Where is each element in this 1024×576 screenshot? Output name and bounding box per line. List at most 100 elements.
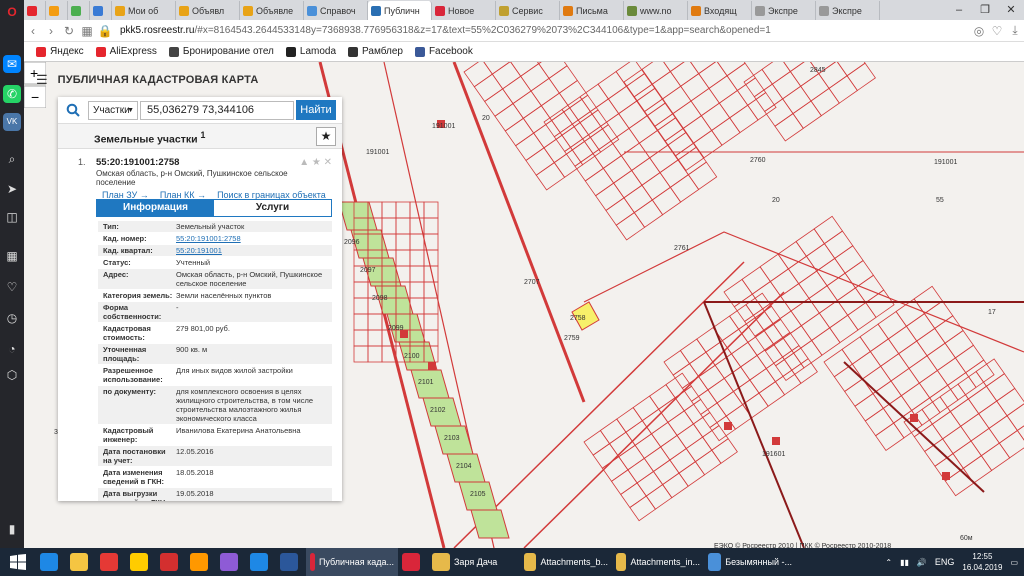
address-bar: ‹ › ↻ ▦ 🔒 pkk5.rosreestr.ru/#x=8164543.2… (24, 20, 1024, 42)
heart-icon[interactable]: ♡ (3, 278, 21, 296)
search-icon[interactable]: ⌕ (3, 150, 21, 168)
tray-up-icon[interactable]: ⌃ (885, 558, 892, 567)
parcel (597, 70, 627, 100)
browser-tab[interactable]: Объявле (240, 1, 304, 20)
bookmark-item[interactable]: Бронирование отел (168, 46, 274, 57)
browser-tab[interactable]: Сервис (496, 1, 560, 20)
bookmark-item[interactable]: Lamoda (285, 46, 336, 57)
tab-favicon-icon (179, 5, 189, 16)
extensions-icon[interactable]: ⬡ (3, 366, 21, 384)
browser-tab[interactable]: Мои об (112, 1, 176, 20)
browser-tab[interactable]: Новое (432, 1, 496, 20)
reload-icon[interactable]: ↻ (60, 24, 78, 38)
info-key: Категория земель: (103, 291, 173, 300)
vpn-icon[interactable]: ◎ (970, 24, 988, 38)
info-value: Иванилова Екатерина Анатольевна (176, 426, 301, 435)
browser-tab[interactable] (24, 1, 46, 20)
tab-services[interactable]: Услуги (214, 200, 331, 216)
speed-dial-icon[interactable]: ▦ (3, 247, 21, 265)
taskbar-app[interactable]: Attachments_in... (612, 548, 704, 576)
taskbar-app[interactable] (276, 548, 306, 576)
zoom-out-icon[interactable]: − (31, 89, 39, 105)
parcel (730, 341, 758, 368)
vk-icon[interactable]: VK (3, 113, 21, 131)
tab-information[interactable]: Информация (97, 200, 214, 216)
taskbar-app[interactable] (96, 548, 126, 576)
taskbar-app[interactable] (66, 548, 96, 576)
messenger-icon[interactable]: ✉ (3, 55, 21, 73)
language-indicator[interactable]: ENG (935, 557, 955, 567)
bookmark-heart-icon[interactable]: ♡ (988, 24, 1006, 38)
parcel (859, 323, 889, 353)
info-value[interactable]: 55:20:191001:2758 (174, 233, 332, 244)
sidebar-toggle-icon[interactable]: ▮ (3, 520, 21, 538)
parcel (944, 329, 974, 359)
taskbar-app[interactable] (216, 548, 246, 576)
tab-favicon-icon (307, 5, 317, 16)
browser-tab[interactable]: Входящ (688, 1, 752, 20)
browser-tab[interactable] (46, 1, 68, 20)
forward-icon[interactable]: › (42, 24, 60, 38)
clock-icon[interactable]: ◔ (3, 340, 21, 358)
minimize-icon[interactable]: – (946, 0, 972, 20)
volume-icon[interactable]: 🔊 (917, 558, 927, 567)
taskbar-app[interactable]: Attachments_b... (520, 548, 612, 576)
search-input[interactable] (140, 100, 294, 120)
bookmark-item[interactable]: Яндекс (36, 46, 84, 57)
download-icon[interactable]: ⤓ (1006, 23, 1024, 38)
bookmark-item[interactable]: AliExpress (95, 46, 157, 57)
tab-favicon-icon (49, 5, 59, 16)
speed-dial-grid-icon[interactable]: ▦ (78, 24, 96, 38)
network-icon[interactable]: ▮▮ (900, 558, 909, 567)
browser-tab[interactable]: Экспре (752, 1, 816, 20)
taskbar-app[interactable] (186, 548, 216, 576)
browser-tab[interactable]: Письма (560, 1, 624, 20)
taskbar-app[interactable] (126, 548, 156, 576)
parcel (651, 70, 682, 100)
browser-tab[interactable]: Объявл (176, 1, 240, 20)
find-button[interactable]: Найти (296, 100, 336, 120)
snapshot-icon[interactable]: ◫ (3, 208, 21, 226)
bookmark-item[interactable]: Facebook (414, 46, 473, 57)
parcel (629, 495, 657, 522)
browser-tab[interactable] (68, 1, 90, 20)
url-field[interactable]: pkk5.rosreestr.ru/#x=8164543.2644533148y… (120, 25, 970, 36)
result-actions-icon[interactable]: ▲ ★ ✕ (299, 157, 332, 168)
parcel (698, 62, 728, 89)
close-icon[interactable]: ✕ (998, 0, 1024, 20)
back-icon[interactable]: ‹ (24, 24, 42, 38)
clock[interactable]: 12:55 16.04.2019 (962, 551, 1002, 573)
parcel (683, 398, 711, 425)
favorite-star-icon[interactable]: ★ (316, 127, 336, 146)
app-label: Заря Дача (454, 557, 498, 567)
whatsapp-icon[interactable]: ✆ (3, 85, 21, 103)
search-type-select[interactable]: Участки ▼ (88, 100, 138, 120)
map-label: 2098 (372, 295, 388, 302)
taskbar-app[interactable] (36, 548, 66, 576)
menu-icon[interactable]: ☰ (36, 72, 48, 88)
taskbar-app[interactable] (398, 548, 428, 576)
info-value[interactable]: 55:20:191001 (174, 245, 332, 256)
taskbar-app[interactable]: Заря Дача (428, 548, 520, 576)
send-icon[interactable]: ➤ (3, 180, 21, 198)
browser-tab[interactable]: Публичн (368, 1, 432, 20)
search-icon[interactable] (58, 97, 88, 123)
history-icon[interactable]: ◷ (3, 309, 21, 327)
bookmark-item[interactable]: Рамблер (348, 46, 403, 57)
maximize-icon[interactable]: ❐ (972, 0, 998, 20)
parcel (900, 382, 931, 412)
taskbar-app[interactable] (246, 548, 276, 576)
browser-tab[interactable]: Экспре (816, 1, 880, 20)
parcel-block (463, 62, 620, 191)
browser-tab[interactable] (90, 1, 112, 20)
parcel (615, 62, 645, 87)
start-button[interactable] (0, 548, 36, 576)
taskbar-app[interactable] (156, 548, 186, 576)
notifications-icon[interactable]: ▭ (1010, 558, 1018, 567)
browser-tab[interactable]: Справоч (304, 1, 368, 20)
browser-tab[interactable]: www.no (624, 1, 688, 20)
parcel (423, 249, 439, 267)
taskbar-app[interactable]: Безымянный -... (704, 548, 796, 576)
taskbar-app[interactable]: Публичная када... (306, 548, 398, 576)
opera-menu-icon[interactable]: O (3, 3, 21, 21)
